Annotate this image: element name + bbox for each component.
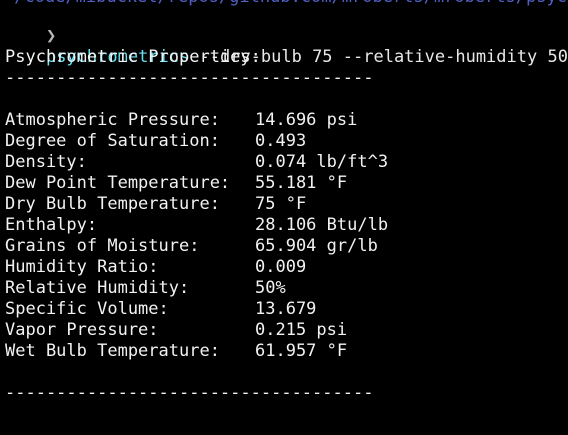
property-value: 55.181 °F bbox=[255, 173, 348, 193]
property-value: 50% bbox=[255, 278, 286, 298]
table-row: Enthalpy: 28.106 Btu/lb bbox=[5, 215, 388, 236]
property-label: Atmospheric Pressure: bbox=[5, 110, 220, 130]
property-value: 65.904 gr/lb bbox=[255, 236, 378, 256]
property-label: Degree of Saturation: bbox=[5, 131, 220, 151]
property-value: 75 °F bbox=[255, 194, 307, 214]
terminal-window[interactable]: ~/code/mibucket/repos/github.com/mrobert… bbox=[0, 0, 568, 435]
property-value: 14.696 psi bbox=[255, 110, 358, 130]
property-value: 0.074 lb/ft^3 bbox=[255, 152, 389, 172]
footer-separator: ------------------------------------ bbox=[5, 383, 374, 403]
table-row: Specific Volume: 13.679 bbox=[5, 299, 316, 320]
command-line: ❯ psychrometrics --dry-bulb 75 --relativ… bbox=[5, 5, 568, 67]
property-label: Density: bbox=[5, 152, 87, 172]
table-row: Dew Point Temperature: 55.181 °F bbox=[5, 173, 347, 194]
property-label: Specific Volume: bbox=[5, 299, 169, 319]
output-heading: Psychrometric Properties: bbox=[5, 47, 261, 67]
table-row: Dry Bulb Temperature: 75 °F bbox=[5, 194, 306, 215]
property-label: Dry Bulb Temperature: bbox=[5, 194, 220, 214]
table-row: Relative Humidity: 50% bbox=[5, 278, 286, 299]
property-value: 28.106 Btu/lb bbox=[255, 215, 389, 235]
heading-separator: ------------------------------------ bbox=[5, 68, 374, 88]
table-row: Humidity Ratio: 0.009 bbox=[5, 257, 306, 278]
property-label: Relative Humidity: bbox=[5, 278, 190, 298]
table-row: Grains of Moisture: 65.904 gr/lb bbox=[5, 236, 378, 257]
prompt-chevron-icon: ❯ bbox=[45, 26, 57, 46]
property-value: 0.215 psi bbox=[255, 320, 348, 340]
table-row: Vapor Pressure: 0.215 psi bbox=[5, 320, 347, 341]
table-row: Atmospheric Pressure: 14.696 psi bbox=[5, 110, 357, 131]
property-label: Vapor Pressure: bbox=[5, 320, 159, 340]
property-value: 0.009 bbox=[255, 257, 307, 277]
property-label: Wet Bulb Temperature: bbox=[5, 341, 220, 361]
table-row: Degree of Saturation: 0.493 bbox=[5, 131, 306, 152]
property-label: Dew Point Temperature: bbox=[5, 173, 231, 193]
property-value: 61.957 °F bbox=[255, 341, 348, 361]
table-row: Density: 0.074 lb/ft^3 bbox=[5, 152, 388, 173]
property-label: Grains of Moisture: bbox=[5, 236, 200, 256]
table-row: Wet Bulb Temperature: 61.957 °F bbox=[5, 341, 347, 362]
property-value: 0.493 bbox=[255, 131, 307, 151]
property-label: Enthalpy: bbox=[5, 215, 98, 235]
property-value: 13.679 bbox=[255, 299, 317, 319]
property-label: Humidity Ratio: bbox=[5, 257, 159, 277]
